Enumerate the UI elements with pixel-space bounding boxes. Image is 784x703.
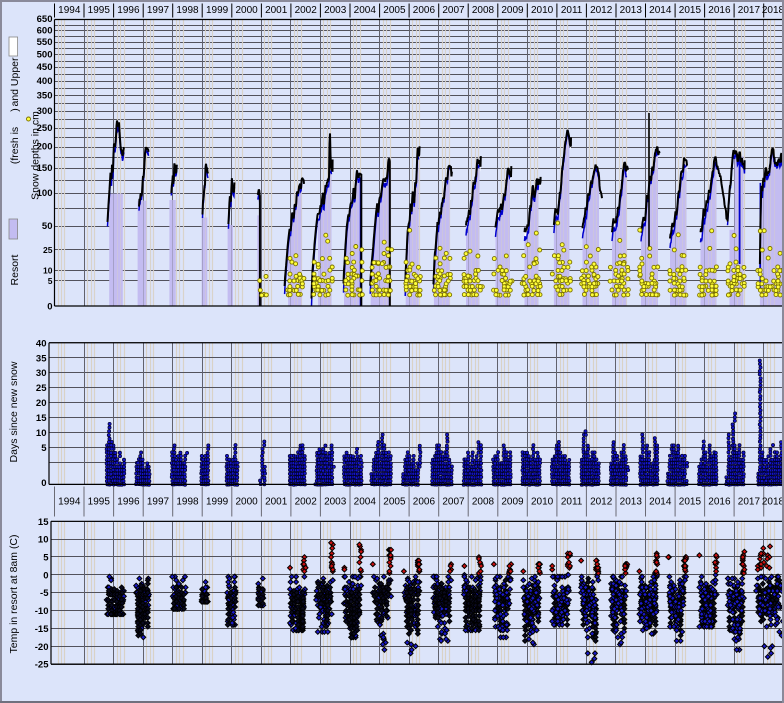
svg-text:2014: 2014 xyxy=(649,497,672,508)
svg-text:2003: 2003 xyxy=(324,497,347,508)
svg-text:400: 400 xyxy=(37,76,53,87)
svg-text:Days since new snow: Days since new snow xyxy=(8,361,20,462)
svg-text:2005: 2005 xyxy=(383,497,406,508)
svg-text:2012: 2012 xyxy=(590,497,613,508)
svg-text:2006: 2006 xyxy=(413,497,436,508)
svg-text:25: 25 xyxy=(43,245,53,255)
svg-text:10: 10 xyxy=(36,428,47,439)
svg-text:2002: 2002 xyxy=(295,5,318,16)
svg-text:2009: 2009 xyxy=(501,5,524,16)
svg-text:2001: 2001 xyxy=(265,497,288,508)
svg-text:2005: 2005 xyxy=(383,5,406,16)
svg-text:35: 35 xyxy=(36,353,47,364)
svg-text:2014: 2014 xyxy=(649,5,672,16)
svg-text:2010: 2010 xyxy=(531,497,554,508)
svg-text:650: 650 xyxy=(37,14,53,25)
svg-text:2002: 2002 xyxy=(295,497,318,508)
svg-text:10: 10 xyxy=(38,535,49,546)
svg-text:30: 30 xyxy=(36,368,47,379)
svg-text:2015: 2015 xyxy=(679,497,702,508)
svg-text:-15: -15 xyxy=(35,624,49,635)
svg-text:2007: 2007 xyxy=(442,5,465,16)
svg-text:-5: -5 xyxy=(40,588,49,599)
svg-text:(fresh is: (fresh is xyxy=(9,127,21,164)
svg-text:2007: 2007 xyxy=(442,497,465,508)
svg-text:2011: 2011 xyxy=(561,497,583,508)
svg-text:0: 0 xyxy=(43,570,48,581)
svg-text:2009: 2009 xyxy=(501,497,524,508)
svg-text:15: 15 xyxy=(38,517,49,528)
svg-text:20: 20 xyxy=(36,398,47,409)
svg-text:Resort: Resort xyxy=(9,254,21,285)
svg-text:-20: -20 xyxy=(35,642,49,653)
svg-text:2000: 2000 xyxy=(235,5,258,16)
svg-text:50: 50 xyxy=(42,221,53,232)
svg-text:): ) xyxy=(9,108,21,112)
svg-text:1997: 1997 xyxy=(147,497,170,508)
svg-text:2013: 2013 xyxy=(620,5,643,16)
svg-text:2018: 2018 xyxy=(762,5,784,16)
svg-text:2008: 2008 xyxy=(472,5,495,16)
svg-text:600: 600 xyxy=(37,25,53,36)
svg-text:2004: 2004 xyxy=(354,5,377,16)
svg-text:Snow depths in cm: Snow depths in cm xyxy=(30,111,42,200)
svg-text:1995: 1995 xyxy=(88,497,111,508)
svg-text:2003: 2003 xyxy=(324,5,347,16)
svg-text:450: 450 xyxy=(37,62,53,73)
svg-text:5: 5 xyxy=(48,276,53,286)
svg-text:2018: 2018 xyxy=(762,497,784,508)
svg-text:and Upper: and Upper xyxy=(9,57,21,107)
svg-text:5: 5 xyxy=(43,553,49,564)
svg-text:0: 0 xyxy=(41,478,46,489)
svg-text:10: 10 xyxy=(43,266,53,276)
svg-text:40: 40 xyxy=(36,338,47,349)
svg-text:2001: 2001 xyxy=(265,5,288,16)
svg-text:350: 350 xyxy=(37,90,53,101)
svg-text:2012: 2012 xyxy=(590,5,613,16)
svg-text:1999: 1999 xyxy=(206,497,229,508)
svg-text:1999: 1999 xyxy=(206,5,229,16)
svg-text:2008: 2008 xyxy=(472,497,495,508)
svg-text:1996: 1996 xyxy=(117,497,140,508)
svg-text:1998: 1998 xyxy=(176,497,199,508)
svg-text:0: 0 xyxy=(47,302,52,313)
svg-text:1994: 1994 xyxy=(58,497,81,508)
svg-text:2015: 2015 xyxy=(679,5,702,16)
svg-text:2004: 2004 xyxy=(354,497,377,508)
svg-text:5: 5 xyxy=(41,443,47,454)
svg-text:2000: 2000 xyxy=(235,497,258,508)
svg-text:1997: 1997 xyxy=(147,5,170,16)
svg-text:2010: 2010 xyxy=(531,5,554,16)
svg-text:2011: 2011 xyxy=(561,5,583,16)
svg-text:2013: 2013 xyxy=(620,497,643,508)
svg-text:2006: 2006 xyxy=(413,5,436,16)
svg-text:1998: 1998 xyxy=(176,5,199,16)
svg-text:2017: 2017 xyxy=(738,497,761,508)
svg-text:Temp in resort at 8am (C): Temp in resort at 8am (C) xyxy=(8,534,20,653)
svg-text:550: 550 xyxy=(37,37,53,48)
svg-text:1995: 1995 xyxy=(88,5,111,16)
svg-text:25: 25 xyxy=(36,383,47,394)
svg-text:15: 15 xyxy=(36,413,47,424)
svg-text:500: 500 xyxy=(37,49,53,60)
svg-text:2017: 2017 xyxy=(738,5,761,16)
svg-text:1994: 1994 xyxy=(58,5,81,16)
svg-text:-10: -10 xyxy=(35,606,49,617)
svg-text:2016: 2016 xyxy=(708,497,731,508)
svg-text:1996: 1996 xyxy=(117,5,140,16)
svg-text:2016: 2016 xyxy=(708,5,731,16)
svg-text:-25: -25 xyxy=(35,660,49,671)
